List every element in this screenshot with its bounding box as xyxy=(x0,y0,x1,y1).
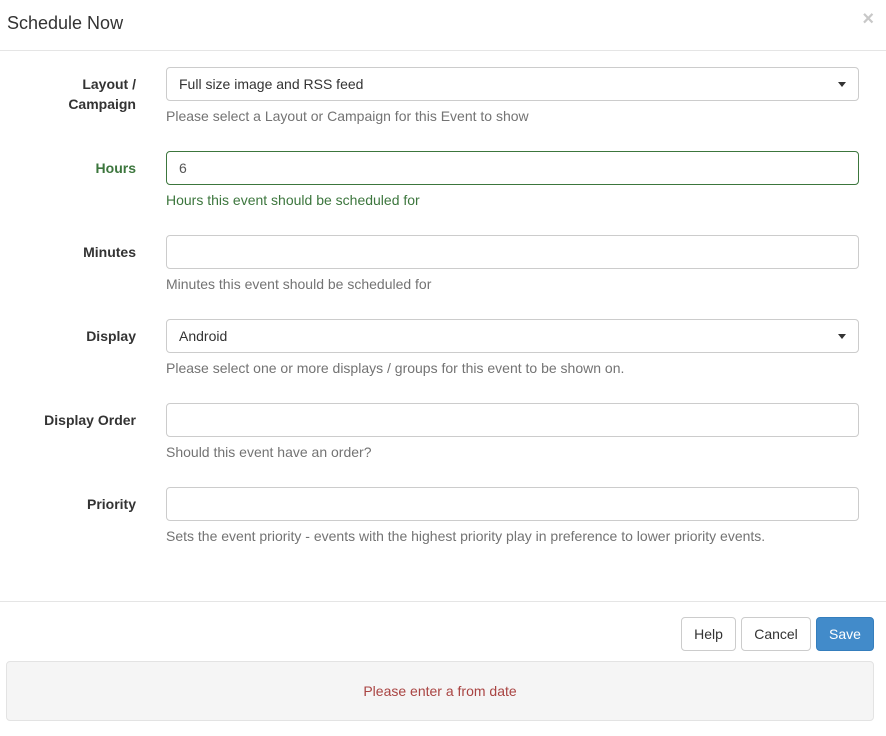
display-label: Display xyxy=(86,328,136,344)
close-icon[interactable]: × xyxy=(862,9,874,29)
error-alert: Please enter a from date xyxy=(6,661,874,721)
help-button[interactable]: Help xyxy=(681,617,736,651)
minutes-input[interactable] xyxy=(166,235,859,269)
display-selected-value: Android xyxy=(179,328,228,344)
caret-down-icon xyxy=(838,82,846,87)
hours-label: Hours xyxy=(95,160,136,176)
display-help: Please select one or more displays / gro… xyxy=(166,360,625,376)
layout-campaign-help: Please select a Layout or Campaign for t… xyxy=(166,108,529,124)
footer-divider xyxy=(0,601,886,602)
priority-label: Priority xyxy=(86,496,136,512)
hours-input-value: 6 xyxy=(179,160,187,176)
cancel-button[interactable]: Cancel xyxy=(741,617,811,651)
layout-campaign-selected-value: Full size image and RSS feed xyxy=(179,76,364,92)
modal-header: Schedule Now × xyxy=(0,0,886,51)
layout-campaign-select[interactable]: Full size image and RSS feed xyxy=(166,67,859,101)
priority-help: Sets the event priority - events with th… xyxy=(166,528,766,544)
schedule-now-modal: Schedule Now × Layout / Campaign Full si… xyxy=(0,0,886,736)
caret-down-icon xyxy=(838,334,846,339)
display-order-help: Should this event have an order? xyxy=(166,444,372,460)
priority-input[interactable] xyxy=(166,487,859,521)
layout-label-line1: Layout / xyxy=(82,76,136,92)
layout-label-line2: Campaign xyxy=(68,96,136,112)
layout-campaign-label: Layout / Campaign xyxy=(68,74,136,114)
save-button[interactable]: Save xyxy=(816,617,874,651)
minutes-help: Minutes this event should be scheduled f… xyxy=(166,276,432,292)
minutes-label: Minutes xyxy=(83,244,136,260)
hours-input[interactable]: 6 xyxy=(166,151,859,185)
display-order-input[interactable] xyxy=(166,403,859,437)
display-order-label: Display Order xyxy=(44,412,136,428)
hours-help: Hours this event should be scheduled for xyxy=(166,192,420,208)
error-message: Please enter a from date xyxy=(363,683,517,699)
modal-title: Schedule Now xyxy=(7,13,124,33)
display-select[interactable]: Android xyxy=(166,319,859,353)
